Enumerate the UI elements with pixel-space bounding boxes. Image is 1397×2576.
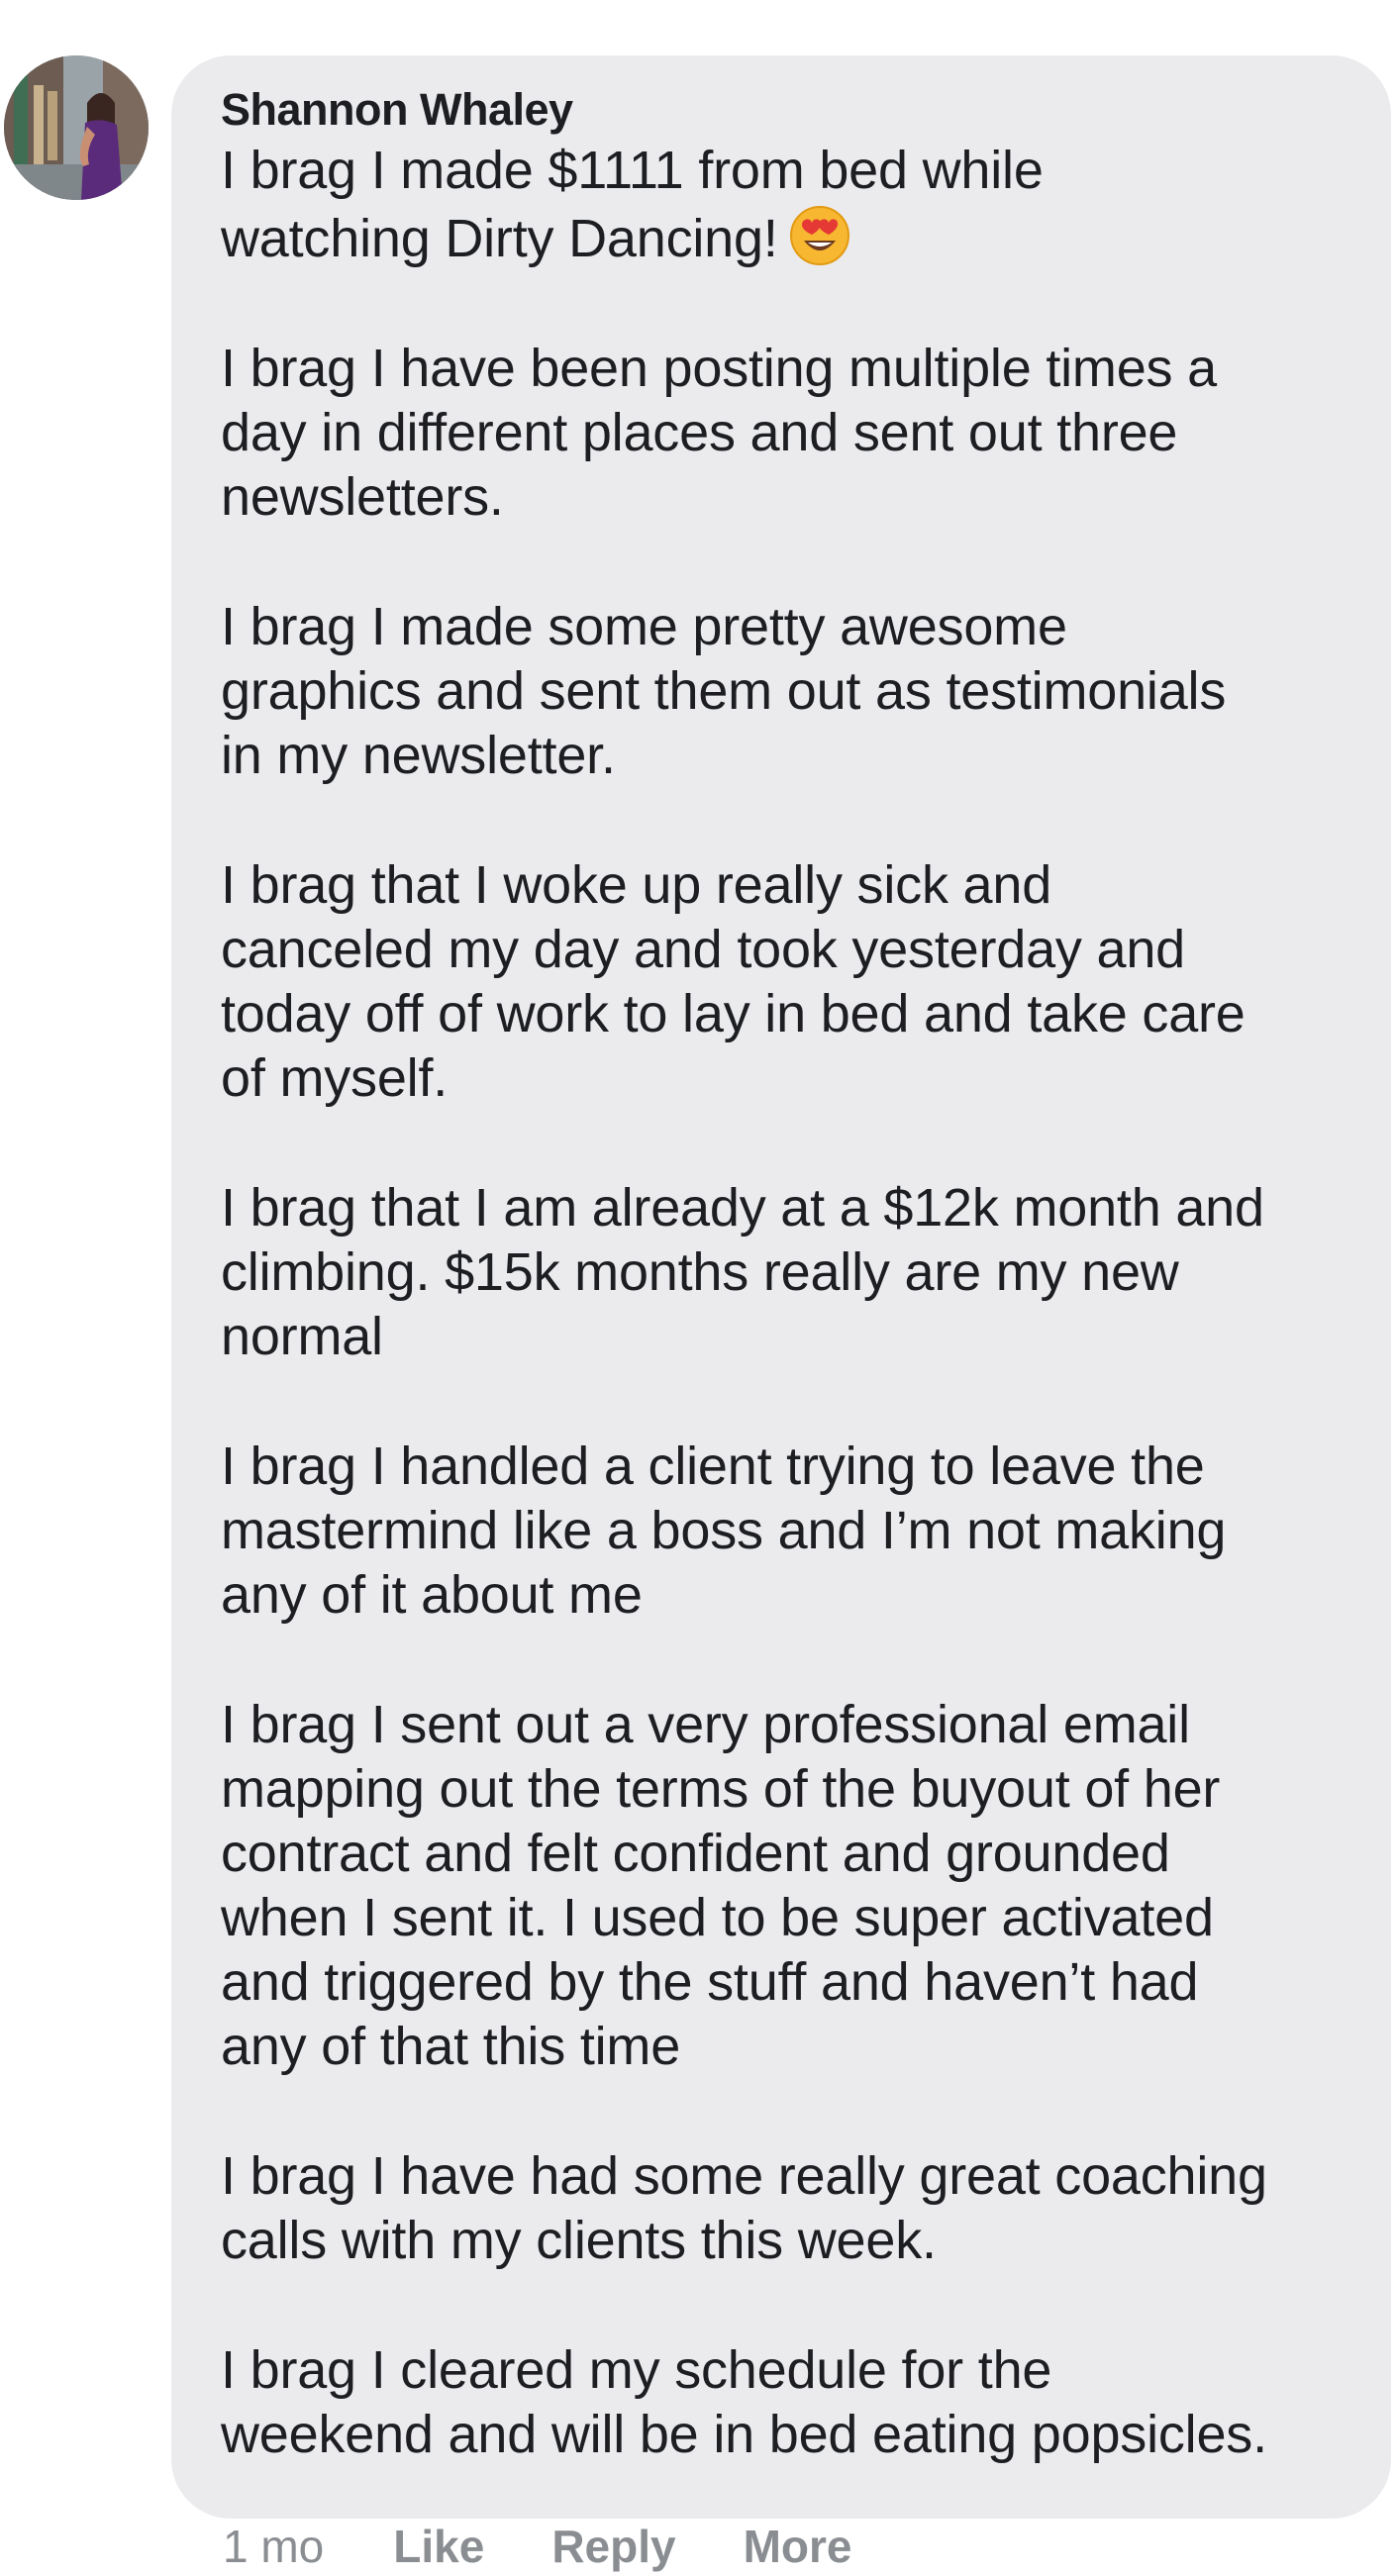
like-button[interactable]: Like (393, 2517, 484, 2576)
comment-paragraph: I brag I sent out a very professional em… (221, 1695, 1221, 2076)
comment-paragraph: I brag I cleared my schedule for the wee… (221, 2340, 1267, 2464)
comment-paragraph: I brag that I woke up really sick and ca… (221, 855, 1246, 1108)
avatar-photo (4, 55, 149, 200)
comment-author[interactable]: Shannon Whaley (221, 81, 1351, 139)
heart-eyes-emoji-icon (788, 203, 851, 266)
more-button[interactable]: More (744, 2517, 852, 2576)
comment-timestamp[interactable]: 1 mo (223, 2517, 324, 2576)
reply-button[interactable]: Reply (551, 2517, 675, 2576)
comment-paragraph: I brag I made $1111 from bed while watch… (221, 139, 1351, 271)
comment-paragraph: I brag I made some pretty awesome graphi… (221, 597, 1227, 785)
avatar[interactable] (4, 55, 149, 200)
comment-paragraph-text: I brag I made $1111 from bed while watch… (221, 141, 1044, 268)
comment-paragraph: I brag I have been posting multiple time… (221, 339, 1217, 527)
comment-paragraph: I brag I handled a client trying to leav… (221, 1437, 1227, 1625)
comment-paragraph: I brag I have had some really great coac… (221, 2146, 1267, 2270)
comment-paragraph: I brag that I am already at a $12k month… (221, 1178, 1264, 1366)
comment: Shannon Whaley I brag I made $1111 from … (0, 0, 1397, 2572)
comment-actions: 1 mo Like Reply More (223, 2517, 919, 2576)
comment-bubble: Shannon Whaley I brag I made $1111 from … (171, 55, 1391, 2519)
comment-body: I brag I made $1111 from bed while watch… (221, 139, 1351, 2467)
